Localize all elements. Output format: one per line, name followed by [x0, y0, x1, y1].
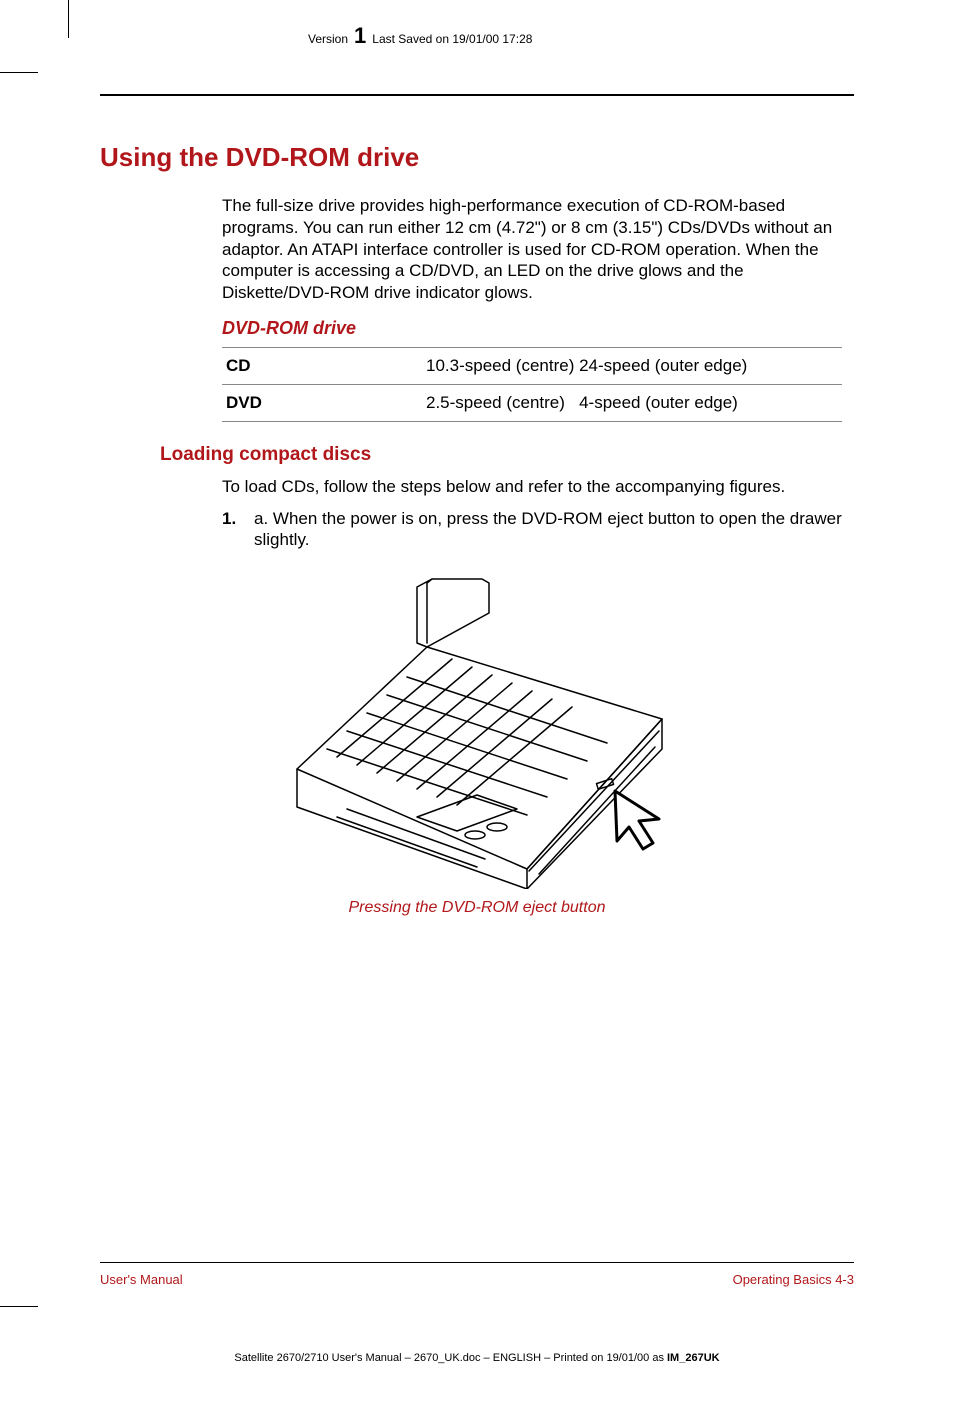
crop-mark	[0, 1306, 38, 1307]
top-rule	[100, 94, 854, 96]
bottom-rule	[100, 1262, 854, 1263]
running-header: Version 1 Last Saved on 19/01/00 17:28	[308, 23, 532, 49]
step-text: a. When the power is on, press the DVD-R…	[254, 508, 854, 552]
crop-mark	[68, 0, 69, 38]
imprint-code: IM_267UK	[667, 1352, 720, 1364]
numbered-step: 1. a. When the power is on, press the DV…	[222, 508, 854, 552]
table-row: CD 10.3-speed (centre) 24-speed (outer e…	[222, 347, 842, 384]
intro-paragraph: The full-size drive provides high-perfor…	[222, 195, 854, 304]
spec-value: 10.3-speed (centre) 24-speed (outer edge…	[422, 347, 842, 384]
subsection-heading: Loading compact discs	[160, 444, 854, 466]
figure	[100, 569, 854, 889]
figure-caption: Pressing the DVD-ROM eject button	[100, 899, 854, 917]
footer-right: Operating Basics 4-3	[733, 1272, 854, 1287]
page-body: Using the DVD-ROM drive The full-size dr…	[100, 94, 854, 917]
sub-intro: To load CDs, follow the steps below and …	[222, 476, 854, 498]
spec-value: 2.5-speed (centre) 4-speed (outer edge)	[422, 384, 842, 421]
last-saved: Last Saved on 19/01/00 17:28	[372, 32, 532, 46]
version-number: 1	[354, 23, 366, 49]
imprint-text: Satellite 2670/2710 User's Manual – 2670…	[234, 1352, 667, 1364]
table-row: DVD 2.5-speed (centre) 4-speed (outer ed…	[222, 384, 842, 421]
spec-heading: DVD-ROM drive	[222, 318, 854, 339]
spec-table: CD 10.3-speed (centre) 24-speed (outer e…	[222, 347, 842, 422]
spec-label: DVD	[222, 384, 422, 421]
laptop-illustration	[267, 569, 687, 889]
imprint: Satellite 2670/2710 User's Manual – 2670…	[0, 1352, 954, 1364]
version-label: Version	[308, 32, 348, 46]
section-heading: Using the DVD-ROM drive	[100, 142, 854, 173]
crop-mark	[0, 72, 38, 73]
spec-label: CD	[222, 347, 422, 384]
footer-left: User's Manual	[100, 1272, 183, 1287]
step-number: 1.	[222, 508, 244, 552]
